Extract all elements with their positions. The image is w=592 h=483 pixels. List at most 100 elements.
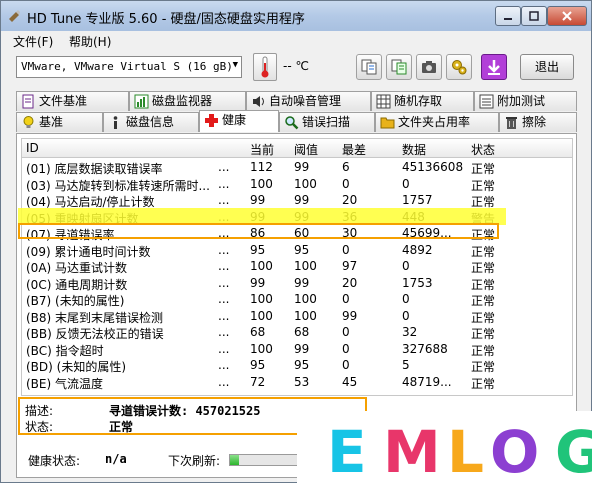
table-row[interactable]: (BD) (未知的属性)... 95 95 0 5 正常 bbox=[22, 357, 572, 374]
table-row[interactable]: (09) 累计通电时间计数... 95 95 0 4892 正常 bbox=[22, 242, 572, 259]
smart-table[interactable]: ID 当前 阈值 最差 数据 状态 (01) 底层数据读取错误率... 112 99… bbox=[21, 138, 573, 396]
cell-status: 正常 bbox=[471, 178, 496, 193]
table-row[interactable]: (BC) 指令超时... 100 99 0 327688 正常 bbox=[22, 341, 572, 358]
chevron-down-icon: ▼ bbox=[232, 60, 238, 70]
tab-label: 随机存取 bbox=[394, 94, 443, 108]
cell-data: 327688 bbox=[402, 341, 448, 356]
column-header-id[interactable]: ID bbox=[26, 141, 39, 155]
speaker-icon bbox=[253, 96, 264, 107]
cell-worst: 0 bbox=[342, 176, 350, 191]
cell-id: (0C) 通电周期计数 bbox=[26, 277, 128, 292]
tab-disk-info[interactable]: 磁盘信息 bbox=[103, 112, 199, 132]
cell-id: (03) 马达旋转到标准转速所需时... bbox=[26, 178, 210, 193]
tab-label: 磁盘信息 bbox=[126, 115, 175, 129]
app-window: HD Tune 专业版 5.60 - 硬盘/固态硬盘实用程序 文件(F) 帮助(… bbox=[0, 0, 592, 483]
cell-dots: ... bbox=[218, 242, 230, 257]
drive-select[interactable]: VMware, VMware Virtual S (16 gB) ▼ bbox=[16, 56, 242, 78]
tab-random-access[interactable]: 随机存取 bbox=[371, 91, 474, 111]
cell-dots: ... bbox=[218, 176, 230, 191]
tab-label: 附加测试 bbox=[497, 94, 546, 108]
menu-help[interactable]: 帮助(H) bbox=[69, 33, 111, 50]
camera-icon bbox=[422, 61, 436, 73]
next-refresh-label: 下次刷新: bbox=[168, 454, 221, 468]
maximize-button[interactable] bbox=[521, 6, 547, 26]
tab-benchmark[interactable]: 基准 bbox=[16, 112, 103, 132]
copy-info-button[interactable] bbox=[356, 54, 382, 80]
table-row[interactable]: (0A) 马达重试计数... 100 100 97 0 正常 bbox=[22, 258, 572, 275]
table-row[interactable]: (0C) 通电周期计数... 99 99 20 1753 正常 bbox=[22, 275, 572, 292]
emlog-watermark: EMLOG bbox=[297, 411, 592, 483]
grid-icon bbox=[376, 94, 391, 109]
watermark-letter: G bbox=[555, 418, 592, 483]
cell-worst: 0 bbox=[342, 242, 350, 257]
chart-icon bbox=[134, 94, 149, 109]
tab-label: 错误扫描 bbox=[302, 115, 351, 129]
cell-thr: 100 bbox=[294, 292, 317, 306]
cell-status: 正常 bbox=[471, 294, 496, 308]
close-button[interactable] bbox=[547, 6, 587, 26]
cell-cur: 99 bbox=[250, 193, 266, 207]
cell-id: (B8) 末尾到末尾错误检测 bbox=[26, 310, 164, 325]
cell-worst: 99 bbox=[342, 308, 358, 323]
tab-extra-tests[interactable]: 附加测试 bbox=[474, 91, 577, 111]
gears-icon bbox=[452, 60, 467, 75]
cell-cur: 100 bbox=[250, 259, 273, 273]
watermark-letter: M bbox=[383, 418, 441, 483]
tab-folder-usage[interactable]: 文件夹占用率 bbox=[375, 112, 499, 132]
cell-data: 0 bbox=[402, 176, 410, 191]
table-row[interactable]: (BB) 反馈无法校正的错误... 68 68 0 32 正常 bbox=[22, 324, 572, 341]
column-header-status[interactable]: 状态 bbox=[471, 141, 495, 158]
tab-disk-monitor[interactable]: 磁盘监视器 bbox=[129, 91, 246, 111]
menu-file[interactable]: 文件(F) bbox=[13, 33, 53, 50]
save-button[interactable] bbox=[481, 54, 507, 80]
cell-data: 1757 bbox=[402, 193, 433, 207]
tab-erase[interactable]: 擦除 bbox=[499, 112, 577, 132]
column-header-worst[interactable]: 最差 bbox=[342, 141, 366, 158]
close-icon bbox=[562, 11, 572, 21]
document-icon bbox=[22, 94, 34, 109]
tab-label: 文件夹占用率 bbox=[398, 115, 471, 129]
cell-thr: 100 bbox=[294, 308, 317, 323]
exit-button[interactable]: 退出 bbox=[520, 54, 574, 80]
cell-status: 正常 bbox=[471, 360, 496, 374]
column-header-data[interactable]: 数据 bbox=[402, 141, 426, 158]
minimize-button[interactable] bbox=[495, 6, 521, 26]
table-row[interactable]: (BE) 气流温度... 72 53 45 48719... 正常 bbox=[22, 374, 572, 391]
cell-cur: 99 bbox=[250, 275, 266, 290]
cell-thr: 99 bbox=[294, 160, 310, 174]
cell-status: 正常 bbox=[471, 162, 496, 176]
screenshot-button[interactable] bbox=[416, 54, 442, 80]
health-status-value: n/a bbox=[105, 452, 127, 466]
tab-aam[interactable]: 自动噪音管理 bbox=[246, 91, 371, 111]
copy-icon bbox=[361, 59, 377, 75]
copy-all-button[interactable] bbox=[386, 54, 412, 80]
cell-id: (BD) (未知的属性) bbox=[26, 360, 127, 374]
cell-cur: 95 bbox=[250, 242, 266, 257]
tab-label: 健康 bbox=[222, 113, 247, 127]
options-button[interactable] bbox=[446, 54, 472, 80]
table-row[interactable]: (B7) (未知的属性)... 100 100 0 0 正常 bbox=[22, 291, 572, 308]
column-header-current[interactable]: 当前 bbox=[250, 141, 274, 158]
table-row[interactable]: (01) 底层数据读取错误率... 112 99 6 45136608 正常 bbox=[22, 159, 572, 176]
cell-data: 4892 bbox=[402, 242, 433, 257]
cell-dots: ... bbox=[218, 308, 230, 323]
tab-health[interactable]: 健康 bbox=[199, 110, 279, 132]
cell-worst: 0 bbox=[342, 325, 350, 339]
bulb-icon bbox=[23, 116, 34, 128]
hd-tune-icon bbox=[9, 10, 20, 22]
download-arrow-icon bbox=[488, 60, 500, 75]
cell-id: (B7) (未知的属性) bbox=[26, 294, 125, 308]
cell-worst: 0 bbox=[342, 341, 350, 356]
menu-bar: 文件(F) 帮助(H) bbox=[1, 31, 591, 51]
column-header-threshold[interactable]: 阈值 bbox=[294, 141, 318, 158]
cell-status: 正常 bbox=[471, 343, 496, 358]
cell-dots: ... bbox=[218, 325, 230, 339]
cell-worst: 0 bbox=[342, 358, 350, 372]
table-row[interactable]: (03) 马达旋转到标准转速所需时...... 100 100 0 0 正常 bbox=[22, 176, 572, 193]
cell-thr: 100 bbox=[294, 259, 317, 273]
table-row[interactable]: (04) 马达启动/停止计数... 99 99 20 1757 正常 bbox=[22, 192, 572, 209]
window-title: HD Tune 专业版 5.60 - 硬盘/固态硬盘实用程序 bbox=[27, 12, 305, 27]
table-row[interactable]: (B8) 末尾到末尾错误检测... 100 100 99 0 正常 bbox=[22, 308, 572, 325]
tab-file-benchmark[interactable]: 文件基准 bbox=[16, 91, 129, 111]
tab-error-scan[interactable]: 错误扫描 bbox=[279, 112, 375, 132]
